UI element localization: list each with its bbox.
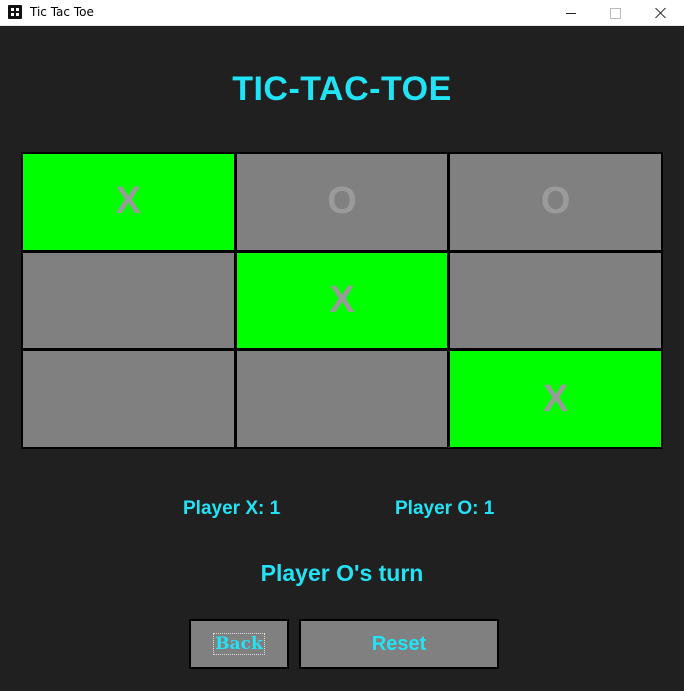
game-board: X O O X X [21,152,663,449]
score-player-o: Player O: 1 [395,498,495,519]
board-cell-4[interactable] [23,252,234,349]
close-icon [655,7,667,19]
window-title: Tic Tac Toe [30,5,94,19]
board-cell-3[interactable]: O [450,154,661,250]
app-dice-icon [8,5,22,19]
close-button[interactable] [638,0,684,26]
minimize-button[interactable] [548,0,594,26]
game-title: TIC-TAC-TOE [232,70,452,108]
board-cell-2[interactable]: O [236,154,448,250]
board-cell-6[interactable] [450,252,661,349]
score-player-x: Player X: 1 [183,498,281,519]
board-cell-7[interactable] [23,351,234,447]
board-cell-8[interactable] [236,351,448,447]
board-cell-9[interactable]: X [450,351,661,447]
board-cell-5[interactable]: X [236,252,448,349]
reset-button[interactable]: Reset [299,619,499,669]
back-button[interactable]: Back [189,619,289,669]
maximize-icon [609,7,621,19]
turn-indicator: Player O's turn [260,560,424,586]
minimize-icon [566,12,576,14]
reset-button-label: Reset [371,632,427,655]
back-button-label: Back [213,633,265,655]
title-bar: Tic Tac Toe [0,0,684,26]
board-cell-1[interactable]: X [23,154,234,250]
maximize-button[interactable] [592,0,638,26]
